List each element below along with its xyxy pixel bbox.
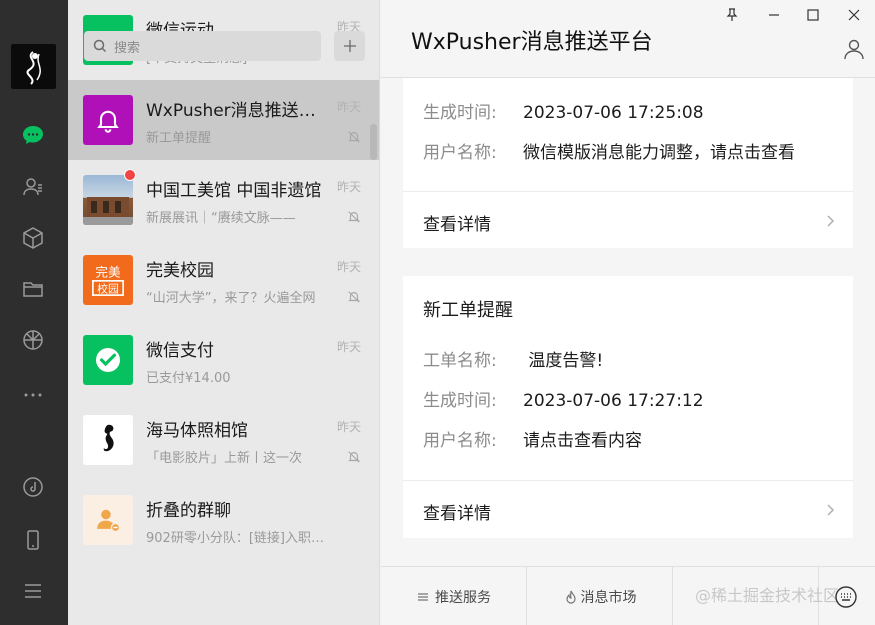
chat-name: 海马体照相馆: [146, 421, 248, 441]
search-input[interactable]: 搜索: [84, 31, 321, 61]
field-value: 温度告警!: [523, 351, 604, 371]
mute-icon: [348, 451, 360, 463]
navigation-rail: [0, 0, 68, 625]
chat-name: WxPusher消息推送平台: [146, 101, 331, 121]
chat-preview: 「电影胶片」上新丨这一次: [146, 451, 303, 466]
close-icon: [848, 9, 860, 21]
phone-icon[interactable]: [19, 526, 47, 554]
plus-icon: [343, 40, 356, 52]
conversation-header: WxPusher消息推送平台: [381, 0, 875, 78]
minimize-icon: [769, 14, 779, 16]
chat-preview: 新展展讯｜“赓续文脉——: [146, 211, 296, 226]
chevron-right-icon: [827, 215, 835, 227]
menu-icon[interactable]: [19, 577, 47, 605]
mini-programs-icon[interactable]: [19, 224, 47, 252]
folder-icon[interactable]: [19, 275, 47, 303]
folded-group-icon: [83, 495, 133, 545]
message-card-2: 新工单提醒 工单名称: 温度告警! 生成时间: 2023-07-06 17:27:…: [403, 276, 853, 538]
menu-icon: [418, 592, 428, 601]
chat-list-panel: 微信运动 昨天 [不支持类型消息] WxPusher消息推送平台 昨天 新工单提…: [68, 0, 380, 625]
search-placeholder: 搜索: [114, 40, 141, 56]
museum-thumbnail: [83, 175, 133, 225]
chat-time: 昨天: [336, 100, 361, 114]
contacts-icon[interactable]: [19, 173, 47, 201]
field-value: 微信模版消息能力调整，请点击查看: [523, 143, 795, 163]
chat-item-museum[interactable]: 中国工美馆 中国非遗馆 昨天 新展展讯｜“赓续文脉——: [68, 160, 379, 240]
chat-time: 昨天: [336, 340, 361, 354]
chat-item-haimati[interactable]: 海马体照相馆 昨天 「电影胶片」上新丨这一次: [68, 400, 379, 480]
card-row-user: 用户名称: 请点击查看内容: [423, 426, 642, 451]
chat-preview: 902研零小分队：[链接]入职…: [146, 531, 324, 546]
chat-icon[interactable]: [19, 121, 47, 149]
field-value: 请点击查看内容: [523, 431, 642, 451]
chat-name: 折叠的群聊: [146, 501, 231, 521]
chat-preview: 已支付¥14.00: [146, 371, 231, 386]
message-card-1: 生成时间: 2023-07-06 17:25:08 用户名称: 微信模版消息能力调整…: [403, 78, 853, 248]
card-heading: 新工单提醒: [423, 300, 513, 321]
channels-icon[interactable]: [19, 473, 47, 501]
chat-item-perfect-campus[interactable]: 完美 校园 完美校园 昨天 “山河大学”，来了？火遍全网: [68, 240, 379, 320]
add-button[interactable]: [334, 31, 365, 61]
field-label: 生成时间:: [423, 391, 497, 411]
field-label: 工单名称:: [423, 351, 497, 371]
chat-name: 微信支付: [146, 341, 214, 361]
chat-time: 昨天: [336, 420, 361, 434]
field-label: 生成时间:: [423, 103, 497, 123]
chat-name: 完美校园: [146, 261, 214, 281]
maximize-icon: [807, 9, 819, 21]
search-icon: [93, 39, 107, 53]
watermark-text: @稀土掘金技术社区: [695, 586, 840, 605]
mute-icon: [348, 211, 360, 223]
field-value: 2023-07-06 17:25:08: [523, 103, 704, 123]
chat-preview: “山河大学”，来了？火遍全网: [146, 291, 316, 306]
field-label: 用户名称:: [423, 143, 497, 163]
chat-time: 昨天: [336, 180, 361, 194]
conversation-panel: 生成时间: 2023-07-06 17:25:08 用户名称: 微信模版消息能力调整…: [381, 0, 875, 625]
card-row-order: 工单名称: 温度告警!: [423, 346, 603, 371]
field-value: 2023-07-06 17:27:12: [523, 391, 704, 411]
chat-preview: 新工单提醒: [146, 131, 212, 146]
menu-tab-message-market[interactable]: 消息市场: [527, 567, 673, 625]
view-details-link[interactable]: 查看详情: [423, 210, 491, 235]
unread-badge: [124, 169, 136, 181]
pin-icon: [726, 8, 738, 21]
mute-icon: [348, 291, 360, 303]
chat-list-scrollbar[interactable]: [370, 124, 377, 160]
profile-icon[interactable]: [843, 38, 865, 60]
chat-item-folded-groups[interactable]: 折叠的群聊 902研零小分队：[链接]入职…: [68, 480, 379, 560]
field-label: 用户名称:: [423, 431, 497, 451]
mute-icon: [348, 131, 360, 143]
menu-tab-label: 推送服务: [435, 589, 491, 606]
card-divider: [403, 480, 853, 481]
user-avatar[interactable]: [11, 44, 56, 89]
bell-icon: [83, 95, 133, 145]
chevron-right-icon: [827, 504, 835, 516]
menu-tab-push-service[interactable]: 推送服务: [381, 567, 527, 625]
keyboard-icon[interactable]: [834, 585, 858, 609]
view-details-link[interactable]: 查看详情: [423, 499, 491, 524]
minimize-button[interactable]: [765, 6, 783, 24]
chat-item-wechat-pay[interactable]: 微信支付 昨天 已支付¥14.00: [68, 320, 379, 400]
moments-icon[interactable]: [19, 326, 47, 354]
chat-name: 中国工美馆 中国非遗馆: [146, 181, 322, 201]
chat-item-wxpusher[interactable]: WxPusher消息推送平台 昨天 新工单提醒: [68, 80, 379, 160]
svg-text:校园: 校园: [97, 282, 119, 296]
card-row-time: 生成时间: 2023-07-06 17:27:12: [423, 386, 704, 411]
card-row-user: 用户名称: 微信模版消息能力调整，请点击查看: [423, 138, 795, 163]
perfect-campus-logo: 完美 校园: [83, 255, 133, 305]
pin-button[interactable]: [723, 6, 741, 24]
seahorse-logo: [83, 415, 133, 465]
wechat-pay-icon: [83, 335, 133, 385]
card-row-time: 生成时间: 2023-07-06 17:25:08: [423, 98, 704, 123]
conversation-title: WxPusher消息推送平台: [411, 30, 653, 55]
close-button[interactable]: [845, 6, 863, 24]
chat-time: 昨天: [336, 260, 361, 274]
card-divider: [403, 191, 853, 192]
more-icon[interactable]: [19, 380, 47, 408]
flame-icon: [565, 590, 576, 604]
maximize-button[interactable]: [804, 6, 822, 24]
chat-list: 微信运动 昨天 [不支持类型消息] WxPusher消息推送平台 昨天 新工单提…: [68, 15, 379, 560]
svg-text:完美: 完美: [95, 265, 121, 280]
menu-tab-label: 消息市场: [580, 589, 637, 606]
